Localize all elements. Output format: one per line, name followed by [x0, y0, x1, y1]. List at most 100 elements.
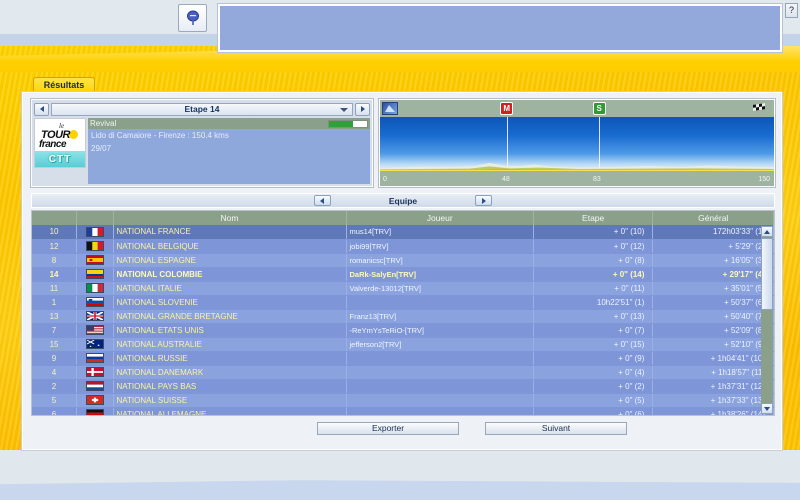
- row-player: mus14[TRV]: [346, 225, 534, 240]
- stage-panel: Etape 14 le TOUR france CTT Revival Lido…: [30, 98, 374, 188]
- row-team-name: NATIONAL ITALIE: [113, 281, 347, 296]
- table-row[interactable]: 9 NATIONAL RUSSIE + 0" (9) + 1h04'41" (10): [32, 351, 774, 366]
- table-row[interactable]: 11 NATIONAL ITALIE Valverde-13012[TRV] + 0"…: [32, 281, 774, 296]
- flag-icon-colombie: [85, 269, 104, 279]
- row-rank: 14: [32, 267, 78, 282]
- scroll-down-button[interactable]: [761, 403, 773, 414]
- table-row[interactable]: 1 NATIONAL SLOVENIE 10h22'51" (1) + 50'37" …: [32, 295, 774, 310]
- row-general-time: + 16'05" (3): [652, 253, 774, 268]
- checkered-flag-icon: [753, 103, 765, 111]
- row-flag: [76, 337, 114, 352]
- tab-resultats[interactable]: Résultats: [33, 77, 95, 93]
- flag-icon-pays-bas: [85, 381, 104, 391]
- col-header-nom[interactable]: Nom: [113, 211, 347, 225]
- stage-next-button[interactable]: [355, 102, 370, 116]
- table-row[interactable]: 10 NATIONAL FRANCE mus14[TRV] + 0" (10) 172h…: [32, 225, 774, 240]
- table-row[interactable]: 8 NATIONAL ESPAGNE romanicsc[TRV] + 0" (8) +…: [32, 253, 774, 268]
- flag-icon-belgique: [85, 241, 104, 251]
- row-player: [346, 351, 534, 366]
- row-flag: [76, 379, 114, 394]
- results-table: Nom Joueur Etape Général 10 NATIONAL FRAN…: [32, 211, 774, 415]
- axis-tick-150: 150: [758, 176, 770, 183]
- flag-icon-danemark: [85, 367, 104, 377]
- row-team-name: NATIONAL COLOMBIE: [113, 267, 347, 282]
- next-button[interactable]: Suivant: [485, 422, 627, 435]
- col-header-general[interactable]: Général: [652, 211, 774, 225]
- flag-icon-france: [85, 226, 104, 237]
- row-general-time: + 1h37'33" (13): [652, 393, 774, 408]
- row-general-time: + 52'09" (8): [652, 323, 774, 338]
- row-etape-time: + 0" (11): [533, 281, 654, 296]
- export-button[interactable]: Exporter: [317, 422, 459, 435]
- row-etape-time: + 0" (13): [533, 309, 654, 324]
- col-header-flag[interactable]: [76, 211, 114, 225]
- stage-dropdown[interactable]: Etape 14: [51, 102, 353, 116]
- right-arrow-icon: [481, 197, 486, 204]
- axis-tick-48: 48: [502, 176, 510, 183]
- table-row[interactable]: 12 NATIONAL BELGIQUE jobi99[TRV] + 0" (12) +…: [32, 239, 774, 254]
- profile-marker-strip: M S: [380, 100, 774, 117]
- row-rank: 13: [32, 309, 78, 324]
- row-team-name: NATIONAL AUSTRALIE: [113, 337, 347, 352]
- sprint-marker[interactable]: S: [592, 102, 606, 115]
- table-row[interactable]: 4 NATIONAL DANEMARK + 0" (4) + 1h18'57" (11…: [32, 365, 774, 380]
- row-flag: [76, 225, 114, 240]
- elevation-terrain: [380, 163, 774, 171]
- table-row[interactable]: 2 NATIONAL PAYS BAS + 0" (2) + 1h37'31" (12…: [32, 379, 774, 394]
- row-flag: [76, 281, 114, 296]
- col-header-rank[interactable]: [32, 211, 78, 225]
- help-button[interactable]: ?: [785, 3, 798, 18]
- row-flag: [76, 365, 114, 380]
- row-team-name: NATIONAL GRANDE BRETAGNE: [113, 309, 347, 324]
- row-flag: [76, 351, 114, 366]
- chat-button[interactable]: [178, 4, 207, 32]
- chat-message-panel[interactable]: [217, 3, 783, 53]
- row-flag: [76, 295, 114, 310]
- table-row[interactable]: 14 NATIONAL COLOMBIE DaRk-SalyEn[TRV] + 0" …: [32, 267, 774, 282]
- row-player: [346, 407, 534, 415]
- row-etape-time: + 0" (2): [533, 379, 654, 394]
- row-rank: 5: [32, 393, 78, 408]
- row-team-name: NATIONAL SUISSE: [113, 393, 347, 408]
- equipe-label: Equipe: [388, 195, 418, 206]
- table-row[interactable]: 6 NATIONAL ALLEMAGNE + 0" (6) + 1h38'26" (1…: [32, 407, 774, 415]
- equipe-next-button[interactable]: [475, 195, 493, 206]
- chat-bubble-icon: [186, 10, 199, 25]
- table-row[interactable]: 7 NATIONAL ETATS UNIS -ReYmYsTeRiO-[TRV] + …: [32, 323, 774, 338]
- axis-tick-0: 0: [383, 176, 387, 183]
- scroll-up-button[interactable]: [761, 226, 773, 237]
- table-row[interactable]: 5 NATIONAL SUISSE + 0" (5) + 1h37'33" (13): [32, 393, 774, 408]
- row-team-name: NATIONAL PAYS BAS: [113, 379, 347, 394]
- stage-prev-button[interactable]: [34, 102, 49, 116]
- mountain-marker[interactable]: M: [500, 102, 514, 115]
- row-rank: 11: [32, 281, 78, 296]
- row-team-name: NATIONAL ESPAGNE: [113, 253, 347, 268]
- col-header-joueur[interactable]: Joueur: [346, 211, 534, 225]
- row-flag: [76, 253, 114, 268]
- sprint-marker-label: S: [596, 104, 602, 113]
- col-header-etape[interactable]: Etape: [533, 211, 654, 225]
- row-etape-time: + 0" (9): [533, 351, 654, 366]
- flag-icon-russie: [85, 353, 104, 363]
- row-flag: [76, 407, 114, 415]
- row-player: -ReYmYsTeRiO-[TRV]: [346, 323, 534, 338]
- logo-line-3: france: [39, 139, 67, 150]
- table-row[interactable]: 15 NATIONAL AUSTRALIE jefferson2[TRV] + 0" …: [32, 337, 774, 352]
- row-general-time: + 1h37'31" (12): [652, 379, 774, 394]
- stage-mode-label: Revival: [90, 119, 117, 128]
- table-row[interactable]: 13 NATIONAL GRANDE BRETAGNE Franz13[TRV] + …: [32, 309, 774, 324]
- row-etape-time: + 0" (7): [533, 323, 654, 338]
- row-rank: 8: [32, 253, 78, 268]
- results-table-body: 10 NATIONAL FRANCE mus14[TRV] + 0" (10) 172h…: [32, 225, 774, 415]
- scrollbar-thumb[interactable]: [761, 238, 773, 310]
- equipe-prev-button[interactable]: [313, 195, 331, 206]
- row-general-time: + 50'37" (6): [652, 295, 774, 310]
- row-rank: 15: [32, 337, 78, 352]
- row-rank: 7: [32, 323, 78, 338]
- row-team-name: NATIONAL FRANCE: [113, 225, 347, 240]
- row-player: Franz13[TRV]: [346, 309, 534, 324]
- logo-sun-dot: [69, 130, 78, 139]
- row-player: romanicsc[TRV]: [346, 253, 534, 268]
- table-scrollbar[interactable]: [761, 226, 773, 414]
- flag-icon-grande-bretagne: [85, 311, 104, 321]
